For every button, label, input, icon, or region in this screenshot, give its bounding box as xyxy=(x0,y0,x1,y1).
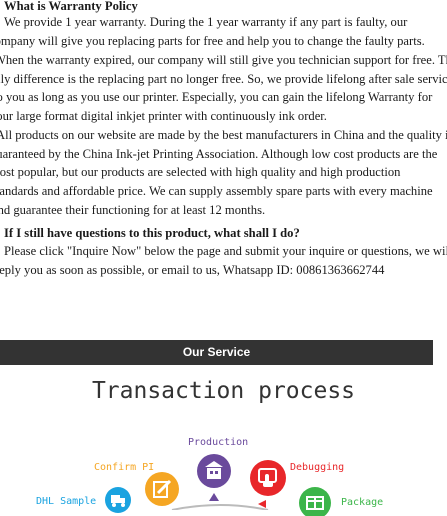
warranty-line: and guarantee their functioning for at l… xyxy=(0,203,266,217)
package-box-icon xyxy=(299,487,331,516)
step-label-dhl-sample: DHL Sample xyxy=(36,496,97,507)
warranty-line: your large format digital inkjet printer… xyxy=(0,109,327,123)
warranty-line: We provide 1 year warranty. During the 1… xyxy=(4,15,408,29)
warranty-line: All products on our website are made by … xyxy=(0,128,447,142)
touch-hand-icon xyxy=(250,460,286,496)
process-arc xyxy=(171,504,269,510)
process-title: Transaction process xyxy=(91,378,356,404)
step-label-package: Package xyxy=(341,497,384,508)
arrow-up-icon xyxy=(209,493,219,501)
questions-heading: If I still have questions to this produc… xyxy=(4,226,300,240)
warranty-line: When the warranty expired, our company w… xyxy=(0,53,447,67)
step-label-production: Production xyxy=(188,437,249,448)
questions-line: Please click "Inquire Now" below the pag… xyxy=(4,244,447,258)
warranty-line: to you as long as you use our printer. E… xyxy=(0,90,433,104)
warranty-line: only difference is the replacing part no… xyxy=(0,72,447,86)
our-service-bar: Our Service xyxy=(0,340,433,365)
questions-line: reply you as soon as possible, or email … xyxy=(0,263,385,277)
warranty-line: most popular, but our products are selec… xyxy=(0,165,401,179)
warranty-line: company will give you replacing parts fo… xyxy=(0,34,425,48)
warranty-line: standards and affordable price. We can s… xyxy=(0,184,433,198)
warranty-line: guaranteed by the China Ink-jet Printing… xyxy=(0,147,438,161)
factory-icon xyxy=(197,454,231,488)
step-label-debugging: Debugging xyxy=(290,462,345,473)
